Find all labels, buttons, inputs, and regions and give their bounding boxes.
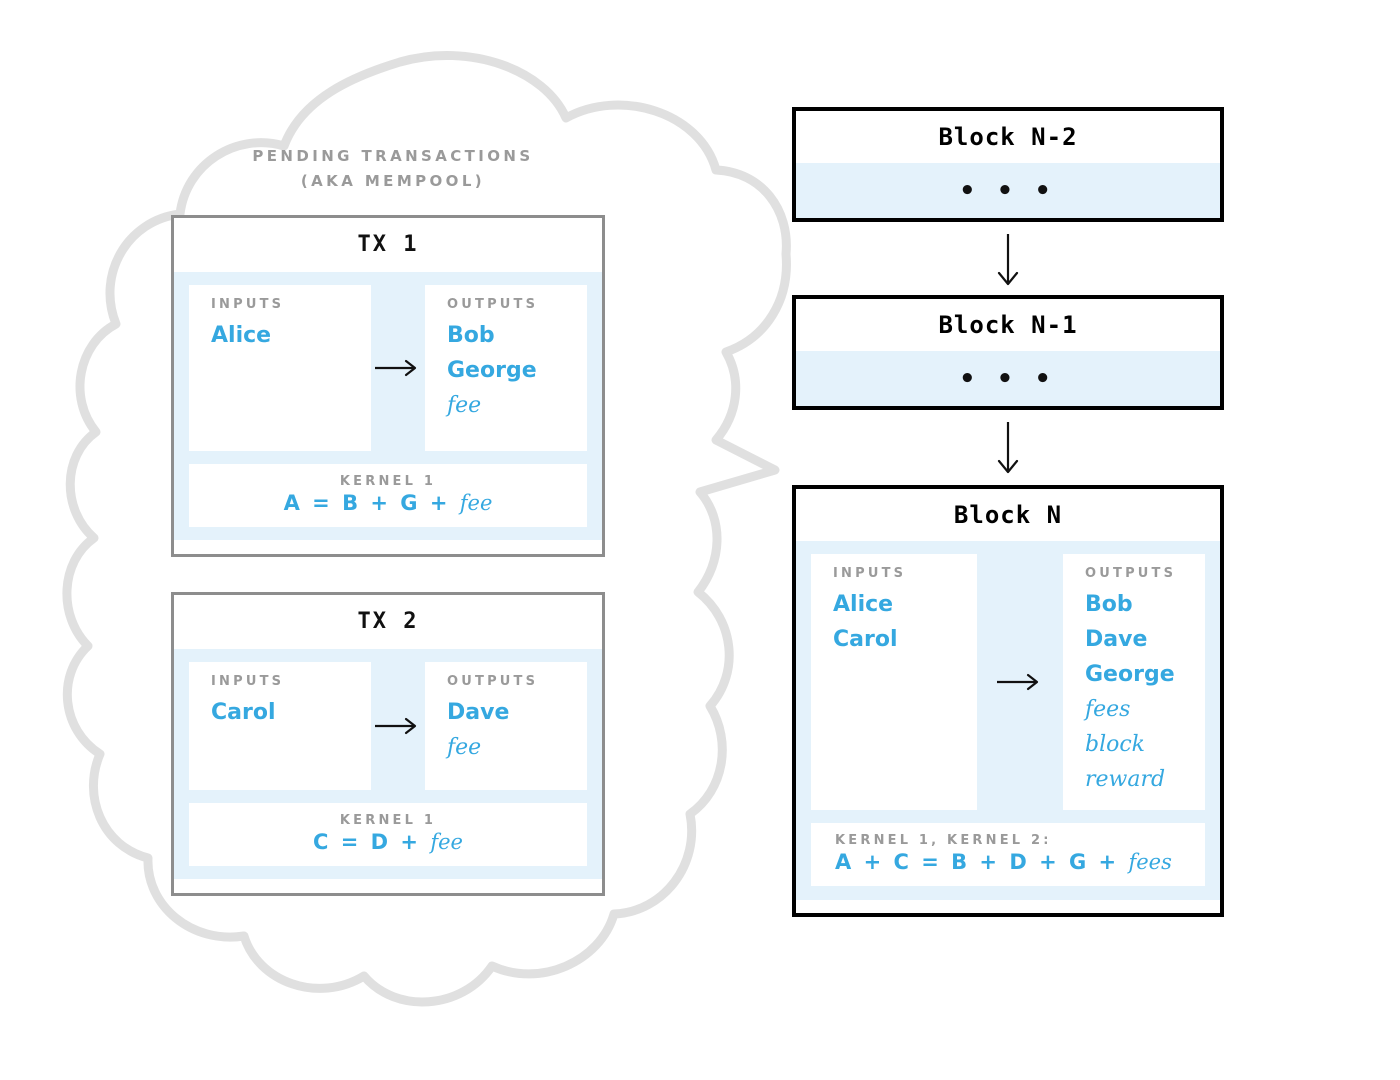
transaction-card-tx1[interactable]: TX 1 INPUTS Alice OUTPUTS Bob George fee… [171,215,605,557]
block-n-output-party-2: George [1085,662,1175,687]
tx1-inputs-panel: INPUTS Alice [189,285,371,451]
tx1-kernel-eq-plain: A = B + G + [283,491,460,515]
diagram-canvas: PENDING TRANSACTIONS (AKA MEMPOOL) TX 1 … [0,0,1400,1080]
block-card-n[interactable]: Block N INPUTS Alice Carol OUTPUTS Bob D… [792,485,1224,917]
tx1-kernel-eq-italic: fee [459,491,493,515]
tx1-title: TX 1 [174,218,602,272]
tx2-input-party-0: Carol [211,700,276,725]
tx2-outputs-panel: OUTPUTS Dave fee [425,662,587,790]
tx1-body: INPUTS Alice OUTPUTS Bob George fee KERN… [174,272,602,540]
tx1-outputs-panel: OUTPUTS Bob George fee [425,285,587,451]
block-n-outputs-panel: OUTPUTS Bob Dave George fees block rewar… [1063,554,1205,810]
tx1-kernel-panel: KERNEL 1 A = B + G + fee [189,464,587,527]
right-arrow-icon [375,717,417,735]
block-n-2-content: • • • [796,163,1220,218]
block-n-inputs-panel: INPUTS Alice Carol [811,554,977,810]
block-n-1-title: Block N-1 [796,299,1220,351]
block-card-n-2[interactable]: Block N-2 • • • [792,107,1224,222]
block-n-kernel-eq-italic: fees [1128,850,1172,874]
block-n-kernel-eq-plain: A + C = B + D + G + [835,850,1129,874]
block-n-kernel-panel: KERNEL 1, KERNEL 2: A + C = B + D + G + … [811,823,1205,886]
tx2-output-party-0: Dave [447,700,510,725]
tx1-arrow-gap [371,285,425,451]
block-n-body: INPUTS Alice Carol OUTPUTS Bob Dave Geor… [796,541,1220,900]
tx1-output-party-1: George [447,358,537,383]
block-n-arrow-gap [977,554,1063,810]
block-n-2-title: Block N-2 [796,111,1220,163]
mempool-title-line1: PENDING TRANSACTIONS [252,147,534,165]
block-n-output-block: block [1085,732,1146,757]
tx2-kernel-panel: KERNEL 1 C = D + fee [189,803,587,866]
tx2-inputs-panel: INPUTS Carol [189,662,371,790]
tx2-body: INPUTS Carol OUTPUTS Dave fee KERNEL 1 C… [174,649,602,879]
block-n-output-fees: fees [1085,697,1131,722]
block-n-outputs-label: OUTPUTS [1085,566,1177,581]
block-card-n-1[interactable]: Block N-1 • • • [792,295,1224,410]
tx2-output-fee: fee [447,735,482,760]
tx2-title: TX 2 [174,595,602,649]
tx2-outputs-label: OUTPUTS [447,674,539,689]
chain-down-arrow-icon-1 [997,234,1019,286]
tx2-kernel-eq-plain: C = D + [313,830,431,854]
tx2-inputs-label: INPUTS [211,674,285,689]
block-n-title: Block N [796,489,1220,541]
block-n-input-party-0: Alice [833,592,894,617]
block-n-kernel-label: KERNEL 1, KERNEL 2: [835,833,1052,848]
block-n-io-row: INPUTS Alice Carol OUTPUTS Bob Dave Geor… [811,554,1205,810]
tx2-kernel-eq-italic: fee [430,830,463,854]
mempool-title: PENDING TRANSACTIONS (AKA MEMPOOL) [173,144,613,194]
tx2-arrow-gap [371,662,425,790]
tx1-kernel-equation: A = B + G + fee [189,491,587,515]
tx2-kernel-equation: C = D + fee [189,830,587,854]
block-n-inputs-label: INPUTS [833,566,907,581]
block-n-kernel-equation: A + C = B + D + G + fees [835,850,1205,874]
tx2-kernel-label: KERNEL 1 [339,813,437,828]
transaction-card-tx2[interactable]: TX 2 INPUTS Carol OUTPUTS Dave fee KERNE… [171,592,605,896]
tx2-io-row: INPUTS Carol OUTPUTS Dave fee [189,662,587,790]
block-n-input-party-1: Carol [833,627,898,652]
right-arrow-icon [375,359,417,377]
tx1-io-row: INPUTS Alice OUTPUTS Bob George fee [189,285,587,451]
right-arrow-icon [997,673,1039,691]
block-n-output-party-0: Bob [1085,592,1133,617]
tx1-inputs-label: INPUTS [211,297,285,312]
tx1-output-party-0: Bob [447,323,495,348]
block-n-output-party-1: Dave [1085,627,1148,652]
tx1-kernel-label: KERNEL 1 [339,474,437,489]
chain-down-arrow-icon-2 [997,422,1019,474]
block-n-1-content: • • • [796,351,1220,406]
mempool-title-line2: (AKA MEMPOOL) [300,172,486,190]
tx1-output-fee: fee [447,393,482,418]
block-n-output-reward: reward [1085,767,1166,792]
tx1-outputs-label: OUTPUTS [447,297,539,312]
tx1-input-party-0: Alice [211,323,272,348]
